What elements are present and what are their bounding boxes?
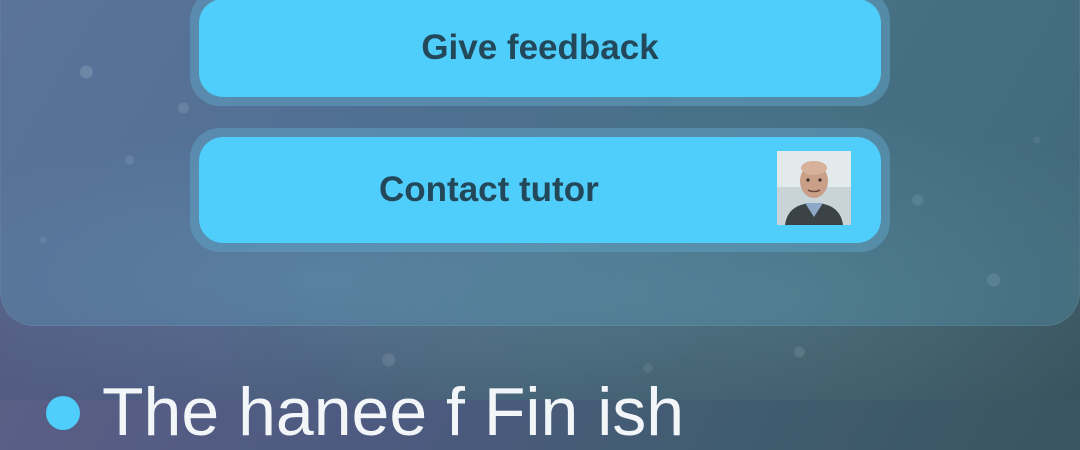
contact-tutor-label: Contact tutor [379, 170, 599, 209]
tutor-photo-icon [777, 151, 851, 225]
contact-tutor-button-frame: Contact tutor [190, 128, 890, 252]
bullet-icon [46, 396, 80, 430]
give-feedback-button[interactable]: Give feedback [199, 0, 881, 97]
give-feedback-label: Give feedback [421, 28, 659, 67]
tutor-avatar [777, 151, 851, 225]
section-heading-row: The hanee f Fin ish [46, 378, 684, 446]
section-heading: The hanee f Fin ish [102, 374, 685, 450]
give-feedback-button-frame: Give feedback [190, 0, 890, 106]
contact-tutor-button[interactable]: Contact tutor [199, 137, 881, 243]
